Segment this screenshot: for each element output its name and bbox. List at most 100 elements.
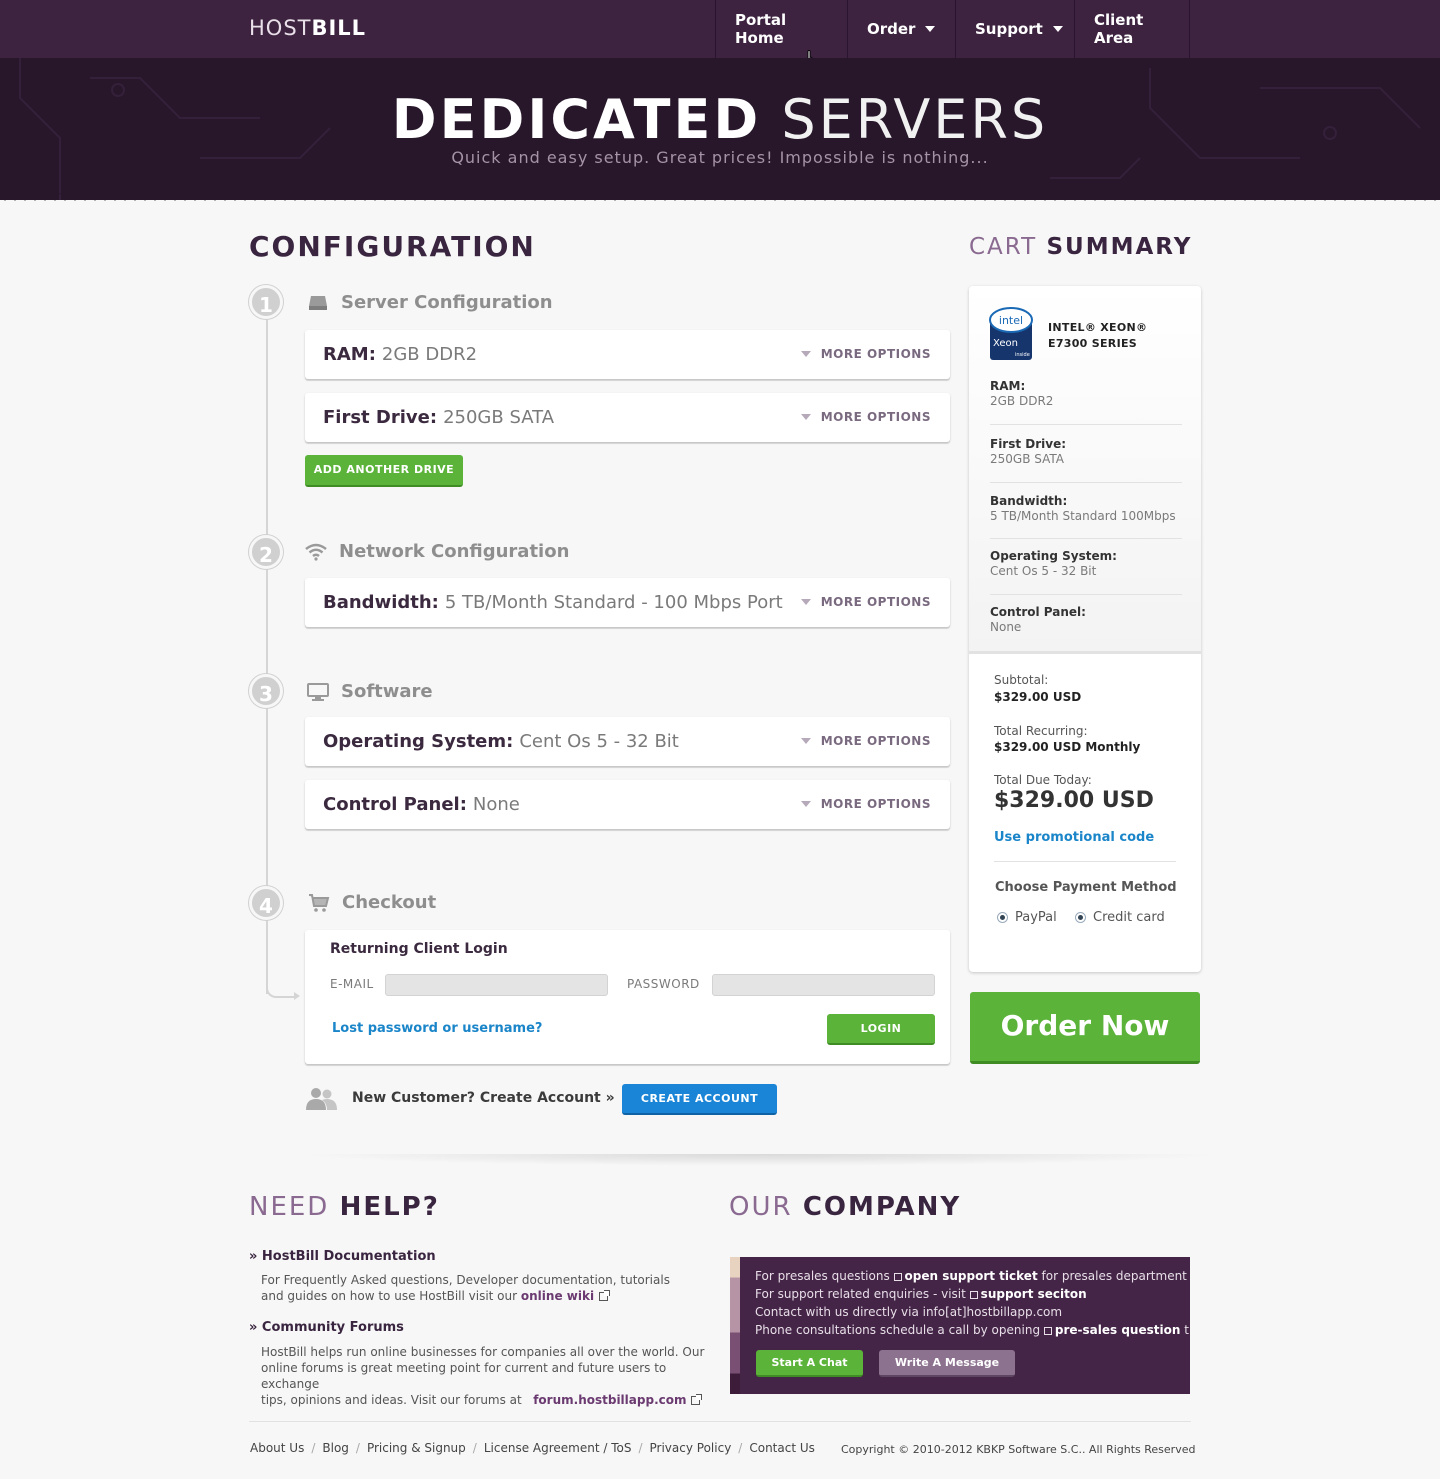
documentation-text: For Frequently Asked questions, Develope… <box>261 1272 706 1304</box>
hostbill-logo[interactable]: HOSTBILL <box>249 16 366 40</box>
total-recurring-value: $329.00 USD Monthly <box>994 740 1141 754</box>
cart-item-control-panel: Control Panel: None <box>990 605 1182 634</box>
triangle-down-icon <box>800 801 811 807</box>
support-line: For support related enquiries - visit su… <box>755 1285 1087 1303</box>
footer-separator: / <box>311 1441 316 1455</box>
footer-separator: / <box>472 1441 477 1455</box>
nav-support[interactable]: Support <box>955 0 1074 58</box>
more-options-label: MORE OPTIONS <box>820 410 931 424</box>
forums-text-line-2: online forums is great meeting point for… <box>261 1361 667 1391</box>
help-heading-bold: HELP? <box>339 1192 440 1222</box>
presales-text: For presales questions <box>755 1269 890 1283</box>
phone-line: Phone consultations schedule a call by o… <box>755 1321 1190 1339</box>
monitor-icon <box>307 682 329 702</box>
more-options-label: MORE OPTIONS <box>820 595 931 609</box>
credit-card-label: Credit card <box>1093 910 1165 925</box>
step-number-3: 3 <box>249 674 283 708</box>
phone-text: Phone consultations schedule a call by o… <box>755 1323 1041 1337</box>
create-account-button[interactable]: CREATE ACCOUNT <box>622 1084 777 1115</box>
cart-item-value: 250GB SATA <box>990 452 1064 466</box>
documentation-link[interactable]: » HostBill Documentation <box>249 1249 436 1264</box>
nav-order-label: Order <box>867 20 916 38</box>
nav-order[interactable]: Order <box>847 0 955 58</box>
step-title-software-label: Software <box>341 681 433 702</box>
add-another-drive-button[interactable]: ADD ANOTHER DRIVE <box>305 455 463 487</box>
bandwidth-option[interactable]: Bandwidth: 5 TB/Month Standard - 100 Mbp… <box>305 578 950 627</box>
footer-link-privacy[interactable]: Privacy Policy <box>650 1441 732 1455</box>
footer-link-license[interactable]: License Agreement / ToS <box>484 1441 632 1455</box>
triangle-down-icon <box>800 738 811 744</box>
email-field[interactable] <box>385 974 608 996</box>
nav-portal-home[interactable]: Portal Home <box>715 0 847 58</box>
write-message-button[interactable]: Write A Message <box>879 1350 1015 1377</box>
external-link-icon <box>1043 1326 1052 1335</box>
lost-password-link[interactable]: Lost password or username? <box>332 1021 542 1036</box>
promo-code-link[interactable]: Use promotional code <box>994 830 1154 845</box>
footer-link-blog[interactable]: Blog <box>322 1441 349 1455</box>
intel-xeon-logo: intel Xeon inside <box>989 307 1033 360</box>
help-heading-light: NEED <box>249 1192 330 1222</box>
cart-summary-heading: CART SUMMARY <box>969 234 1192 260</box>
email-label: E-MAIL <box>330 977 374 991</box>
cart-separator <box>990 424 1182 425</box>
online-wiki-link[interactable]: online wiki <box>521 1289 594 1303</box>
top-navbar: HOSTBILL Portal Home Order Support Clien… <box>0 0 1440 58</box>
cart-item-label: Control Panel: <box>990 605 1086 619</box>
credit-card-radio[interactable]: Credit card <box>1075 910 1165 925</box>
step-title-checkout-label: Checkout <box>342 892 437 913</box>
server-drive-icon <box>307 293 329 313</box>
os-value: Cent Os 5 - 32 Bit <box>519 731 679 752</box>
hero-title-bold: DEDICATED <box>391 88 762 151</box>
community-forums-link[interactable]: » Community Forums <box>249 1320 404 1335</box>
nav-support-label: Support <box>975 20 1043 38</box>
open-ticket-link[interactable]: open support ticket <box>905 1269 1038 1283</box>
timeline-end-curve <box>266 986 296 998</box>
presales-line: For presales questions open support tick… <box>755 1267 1187 1285</box>
presales-question-link[interactable]: pre-sales question <box>1055 1323 1181 1337</box>
control-panel-more-options[interactable]: MORE OPTIONS <box>800 797 931 811</box>
bandwidth-more-options[interactable]: MORE OPTIONS <box>800 595 931 609</box>
configuration-heading: CONFIGURATION <box>249 230 536 263</box>
first-drive-option[interactable]: First Drive: 250GB SATA MORE OPTIONS <box>305 393 950 442</box>
start-chat-button[interactable]: Start A Chat <box>756 1350 863 1377</box>
first-drive-more-options[interactable]: MORE OPTIONS <box>800 410 931 424</box>
more-options-label: MORE OPTIONS <box>820 734 931 748</box>
login-button[interactable]: LOGIN <box>827 1014 935 1045</box>
ram-option[interactable]: RAM: 2GB DDR2 MORE OPTIONS <box>305 330 950 379</box>
step-number-1: 1 <box>249 285 283 319</box>
password-field[interactable] <box>712 974 935 996</box>
company-heading-light: OUR <box>729 1192 793 1222</box>
paypal-label: PayPal <box>1015 910 1057 925</box>
cart-item-first-drive: First Drive: 250GB SATA <box>990 437 1182 466</box>
our-company-heading: OUR COMPANY <box>729 1192 961 1222</box>
step-title-checkout: Checkout <box>308 892 436 913</box>
hero-title: DEDICATED SERVERS <box>0 88 1440 151</box>
cpu-name: INTEL® XEON® E7300 SERIES <box>1048 320 1147 352</box>
returning-client-login: Returning Client Login E-MAIL PASSWORD L… <box>305 930 950 1064</box>
nav-client-area[interactable]: Client Area <box>1074 0 1190 58</box>
footer-link-contact[interactable]: Contact Us <box>749 1441 815 1455</box>
ram-more-options[interactable]: MORE OPTIONS <box>800 347 931 361</box>
step-title-network-label: Network Configuration <box>339 541 570 562</box>
step-title-server-label: Server Configuration <box>341 292 553 313</box>
cart-item-label: Bandwidth: <box>990 494 1068 508</box>
footer-separator: / <box>638 1441 643 1455</box>
order-now-button[interactable]: Order Now <box>970 992 1200 1064</box>
cart-items-panel: intel Xeon inside INTEL® XEON® E7300 SER… <box>969 286 1201 654</box>
step-number-2: 2 <box>249 535 283 569</box>
cart-item-value: 2GB DDR2 <box>990 394 1054 408</box>
payment-method-title: Choose Payment Method <box>995 880 1177 895</box>
forum-url-link[interactable]: forum.hostbillapp.com <box>533 1393 686 1407</box>
os-option[interactable]: Operating System: Cent Os 5 - 32 Bit MOR… <box>305 717 950 766</box>
paypal-radio[interactable]: PayPal <box>997 910 1057 925</box>
support-section-link[interactable]: support seciton <box>981 1287 1087 1301</box>
bandwidth-label: Bandwidth: <box>323 592 439 613</box>
control-panel-option[interactable]: Control Panel: None MORE OPTIONS <box>305 780 950 829</box>
forums-text-line-1: HostBill helps run online businesses for… <box>261 1345 705 1359</box>
os-more-options[interactable]: MORE OPTIONS <box>800 734 931 748</box>
nav-client-area-label: Client Area <box>1094 11 1144 47</box>
footer-link-about[interactable]: About Us <box>250 1441 304 1455</box>
wifi-icon <box>305 542 327 562</box>
footer-link-pricing[interactable]: Pricing & Signup <box>367 1441 466 1455</box>
support-text: For support related enquiries - visit <box>755 1287 966 1301</box>
